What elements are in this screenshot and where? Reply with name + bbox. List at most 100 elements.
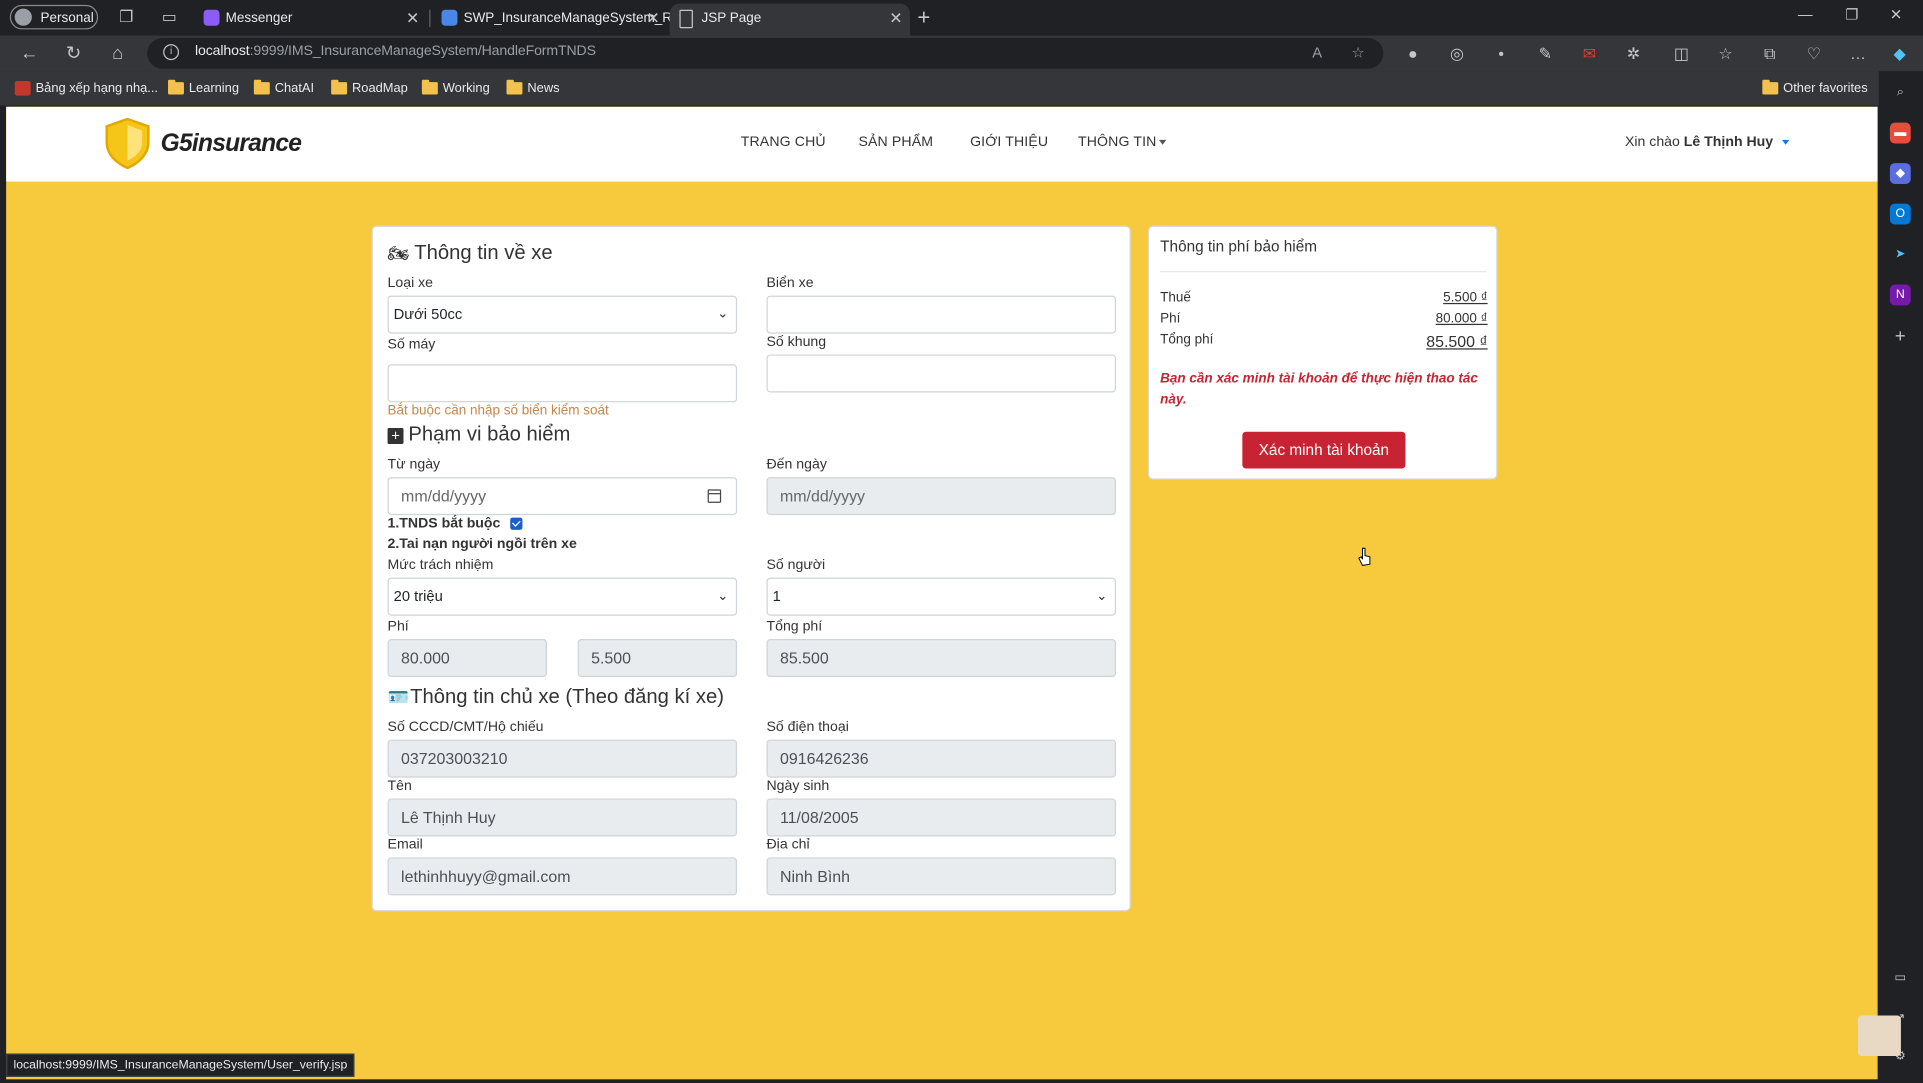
outlook-icon[interactable]: O (1889, 203, 1911, 225)
onenote-icon[interactable]: N (1889, 284, 1911, 306)
tools-icon[interactable]: ▬ (1889, 122, 1911, 144)
page-favicon-icon (679, 9, 693, 29)
send-icon[interactable]: ➤ (1890, 244, 1911, 265)
id-number-input: 037203003210 (387, 739, 738, 778)
persons-select[interactable]: 1 ⌄ (766, 577, 1117, 616)
minimize-icon[interactable]: — (1793, 6, 1818, 23)
bookmark-folder-news[interactable]: News (506, 79, 560, 97)
plate-input[interactable] (766, 295, 1117, 334)
tab-title: Messenger (225, 11, 293, 26)
verify-warning: Bạn cần xác minh tài khoản để thực hiện … (1160, 371, 1478, 408)
tab-title: JSP Page (701, 11, 762, 26)
profile-label: Personal (40, 11, 94, 26)
extension-3-icon[interactable]: • (1490, 43, 1512, 65)
folder-icon (421, 79, 438, 95)
copilot-sidebar-icon[interactable]: ◆ (1889, 163, 1911, 184)
home-icon[interactable]: ⌂ (105, 42, 130, 67)
chevron-down-icon (1158, 139, 1167, 145)
split-screen-icon[interactable]: ◫ (1670, 43, 1692, 65)
shield-logo-icon (105, 117, 150, 170)
site-logo[interactable]: G5insurance (104, 117, 312, 170)
liability-label: Mức trách nhiệm (387, 558, 494, 573)
chassis-label: Số khung (766, 334, 827, 350)
new-tab-icon[interactable]: + (917, 5, 930, 30)
address-bar[interactable]: i localhost:9999/IMS_InsuranceManageSyst… (147, 38, 1384, 69)
address-input: Ninh Bình (766, 857, 1117, 896)
mail-icon[interactable]: ✉ (1578, 43, 1600, 65)
more-menu-icon[interactable]: … (1847, 43, 1869, 65)
browser-essentials-icon[interactable]: ♡ (1803, 43, 1825, 65)
pen-icon[interactable]: ✎ (1534, 43, 1556, 65)
vehicle-type-select[interactable]: Dưới 50cc ⌄ (387, 295, 738, 334)
persons-label: Số người (766, 558, 826, 573)
nav-info-dropdown[interactable]: THÔNG TIN (1078, 135, 1167, 150)
workspaces-icon[interactable]: ❐ (117, 7, 137, 27)
address-label: Địa chỉ (766, 837, 810, 853)
chevron-down-icon: ⌄ (717, 588, 729, 604)
chassis-input[interactable] (766, 354, 1117, 393)
favorites-icon[interactable]: ☆ (1715, 43, 1737, 65)
tnds-mandatory[interactable]: 1.TNDS bắt buộc (388, 516, 523, 531)
bookmarks-bar: Bảng xếp hạng nhạ... Learning ChatAI Roa… (0, 71, 1923, 107)
dob-label: Ngày sinh (766, 778, 830, 794)
tab-jsp-page[interactable]: JSP Page ✕ (669, 3, 910, 36)
bookmark-favicon-icon (14, 80, 31, 96)
nav-products[interactable]: SẢN PHẨM (858, 135, 933, 150)
dob-input: 11/08/2005 (766, 798, 1117, 837)
site-info-icon[interactable]: i (163, 44, 180, 61)
to-date-input[interactable]: mm/dd/yyyy (766, 477, 1117, 516)
nav-about[interactable]: GIỚI THIỆU (970, 135, 1048, 150)
tab-messenger[interactable]: Messenger ✕ (194, 4, 427, 36)
liability-select[interactable]: 20 triệu ⌄ (387, 577, 738, 616)
add-sidebar-app-icon[interactable]: + (1890, 326, 1911, 347)
bookmark-item[interactable]: Bảng xếp hạng nhạ... (14, 80, 158, 97)
favorite-star-icon[interactable]: ☆ (1351, 44, 1364, 61)
address-toolbar: ← ↻ ⌂ i localhost:9999/IMS_InsuranceMana… (0, 35, 1923, 72)
extension-1-icon[interactable]: ● (1402, 43, 1424, 65)
total-input: 85.500 (766, 639, 1117, 678)
extension-2-icon[interactable]: ◎ (1446, 43, 1468, 65)
search-icon[interactable]: ⌕ (1890, 82, 1911, 103)
plate-label: Biển xe (766, 275, 814, 291)
collections-icon[interactable]: ⧉ (1759, 43, 1781, 65)
chevron-down-icon: ⌄ (717, 306, 729, 322)
tab-close-icon[interactable]: ✕ (406, 4, 419, 33)
docs-favicon-icon (441, 9, 458, 26)
bookmark-folder-working[interactable]: Working (421, 79, 490, 97)
bookmark-folder-roadmap[interactable]: RoadMap (331, 79, 408, 97)
user-menu[interactable]: Xin chào Lê Thịnh Huy (1625, 135, 1790, 150)
close-window-icon[interactable]: ✕ (1884, 6, 1909, 23)
brand-name: G5insurance (160, 130, 302, 157)
name-input: Lê Thịnh Huy (387, 798, 738, 837)
site-header: G5insurance TRANG CHỦ SẢN PHẨM GIỚI THIỆ… (6, 106, 1878, 182)
tnds-checkbox[interactable] (510, 517, 523, 530)
copilot-icon[interactable]: ◆ (1889, 43, 1911, 65)
bookmark-folder-learning[interactable]: Learning (168, 79, 239, 97)
tab-swp-doc[interactable]: SWP_InsuranceManageSystem_R ✕ (432, 4, 672, 36)
engine-input[interactable] (387, 364, 738, 403)
hand-cursor-icon (1358, 547, 1371, 566)
bookmark-folder-chatai[interactable]: ChatAI (253, 79, 314, 97)
id-number-label: Số CCCD/CMT/Hộ chiếu (387, 719, 544, 735)
other-favorites-folder[interactable]: Other favorites (1762, 79, 1868, 97)
email-input: lethinhhuyy@gmail.com (387, 857, 738, 896)
scope-section-title: + Phạm vi bảo hiểm (387, 423, 570, 446)
fee-row-tax: Thuế 5.500 ₫ (1160, 290, 1488, 306)
back-icon[interactable]: ← (17, 42, 42, 67)
tab-close-icon[interactable]: ✕ (646, 4, 659, 33)
from-date-input[interactable]: mm/dd/yyyy (387, 477, 738, 516)
tab-actions-icon[interactable]: ▭ (159, 7, 179, 27)
restore-icon[interactable]: ❐ (1840, 6, 1865, 23)
url-text[interactable]: localhost:9999/IMS_InsuranceManageSystem… (195, 44, 596, 59)
accident-insurance-label[interactable]: 2.Tai nạn người ngồi trên xe (388, 537, 577, 552)
read-aloud-icon[interactable]: A (1312, 44, 1322, 61)
extensions-puzzle-icon[interactable]: ✲ (1623, 43, 1645, 65)
nav-home[interactable]: TRANG CHỦ (741, 135, 826, 150)
profile-button[interactable]: Personal (9, 4, 99, 30)
tab-close-icon[interactable]: ✕ (889, 4, 902, 33)
tab-title: SWP_InsuranceManageSystem_R (463, 11, 673, 26)
hide-sidebar-icon[interactable]: ▭ (1890, 968, 1911, 989)
refresh-icon[interactable]: ↻ (61, 42, 86, 67)
verify-account-button[interactable]: Xác minh tài khoản (1242, 431, 1406, 469)
calendar-icon[interactable] (707, 489, 722, 503)
